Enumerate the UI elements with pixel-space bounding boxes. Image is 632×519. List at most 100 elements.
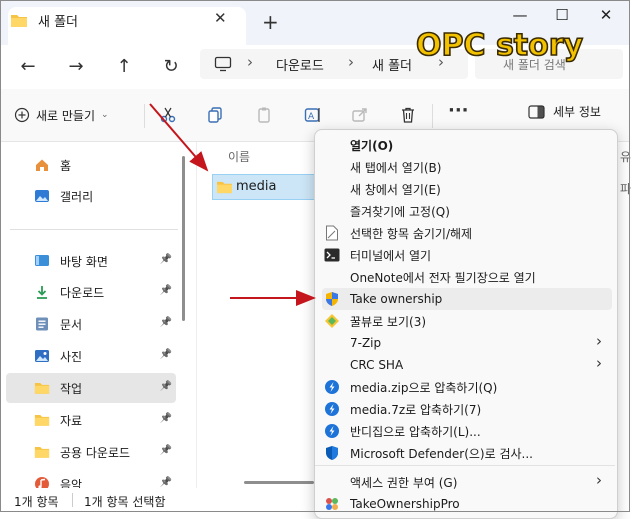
terminal-icon [324, 247, 340, 263]
new-button[interactable]: 새로 만들기 ⌄ [14, 101, 109, 129]
context-menu-item-label: 반디집으로 압축하기(L)... [350, 424, 481, 439]
sidebar-item[interactable]: 문서 📌 [6, 309, 176, 339]
new-tab-icon[interactable]: + [262, 10, 279, 34]
sidebar-item-label: 문서 [60, 317, 83, 332]
pin-icon[interactable]: 📌 [160, 349, 172, 360]
more-options-button[interactable]: ··· [448, 100, 469, 121]
file-name[interactable]: media [236, 179, 277, 194]
chevron-right-icon: › [596, 471, 602, 489]
minimize-button[interactable]: — [500, 6, 540, 24]
paste-icon[interactable] [252, 104, 276, 126]
sidebar-item[interactable]: 사진 📌 [6, 341, 176, 371]
menu-icon-slot [324, 181, 340, 197]
context-menu-item[interactable]: TakeOwnershipPro [322, 493, 612, 515]
pin-icon[interactable]: 📌 [160, 381, 172, 392]
computer-icon [214, 56, 232, 72]
context-menu-item[interactable]: 7-Zip › [322, 332, 612, 354]
shield-icon [324, 291, 340, 307]
chevron-right-icon: › [596, 332, 602, 350]
folder-icon [34, 444, 50, 460]
context-menu-item-label: media.zip으로 압축하기(Q) [350, 380, 498, 395]
pin-icon[interactable]: 📌 [160, 413, 172, 424]
context-menu-item-label: OneNote에서 전자 필기장으로 열기 [350, 270, 536, 285]
context-menu-item[interactable]: 액세스 권한 부여 (G) › [322, 471, 612, 493]
context-menu-item[interactable]: 선택한 항목 숨기기/해제 [322, 222, 612, 244]
context-menu-item-label: 새 탭에서 열기(B) [350, 160, 442, 175]
sidebar-item[interactable]: 갤러리 [6, 181, 176, 211]
sidebar-item[interactable]: 공용 다운로드 📌 [6, 437, 176, 467]
chevron-right-icon: › [596, 354, 602, 372]
pin-icon[interactable]: 📌 [160, 317, 172, 328]
context-menu-item[interactable]: media.zip으로 압축하기(Q) [322, 376, 612, 398]
sidebar-item-label: 갤러리 [60, 189, 94, 204]
item-count: 1개 항목 [14, 495, 59, 509]
context-menu-item[interactable]: 즐겨찾기에 고정(Q) [322, 200, 612, 222]
sidebar-item[interactable]: 자료 📌 [6, 405, 176, 435]
pin-icon[interactable]: 📌 [160, 477, 172, 488]
context-menu-item[interactable]: 새 창에서 열기(E) [322, 178, 612, 200]
selection-count: 1개 항목 선택함 [84, 495, 166, 509]
context-menu-item[interactable]: CRC SHA › [322, 354, 612, 376]
refresh-button[interactable]: ↻ [155, 52, 187, 80]
sidebar-item[interactable]: 작업 📌 [6, 373, 176, 403]
new-button-label: 새로 만들기 [36, 108, 96, 123]
share-icon[interactable] [348, 104, 372, 126]
context-menu-item[interactable]: OneNote에서 전자 필기장으로 열기 [322, 266, 612, 288]
folder-icon [11, 15, 27, 27]
menu-icon-slot [324, 137, 340, 153]
pin-icon[interactable]: 📌 [160, 285, 172, 296]
menu-icon-slot [324, 159, 340, 175]
close-window-button[interactable]: ✕ [586, 6, 626, 24]
breadcrumb-new-folder[interactable]: 새 폴더 [372, 55, 412, 74]
maximize-button[interactable]: ☐ [542, 6, 582, 24]
pin-icon[interactable]: 📌 [160, 445, 172, 456]
context-menu-item[interactable]: 꿀뷰로 보기(3) [322, 310, 612, 332]
context-menu-item-label: 7-Zip [350, 336, 382, 350]
menu-icon-slot [324, 269, 340, 285]
context-menu-item[interactable]: 열기(O) [322, 134, 612, 156]
toolbar-divider [144, 104, 145, 128]
chevron-down-icon: ⌄ [101, 110, 109, 120]
page-icon [324, 225, 340, 241]
context-menu-item[interactable]: 터미널에서 열기 [322, 244, 612, 266]
rename-icon[interactable]: A [301, 104, 325, 126]
sidebar-item-label: 바탕 화면 [60, 254, 108, 269]
context-menu-item-label: 선택한 항목 숨기기/해제 [350, 226, 473, 241]
breadcrumb-downloads[interactable]: 다운로드 [276, 55, 324, 74]
close-tab-icon[interactable]: ✕ [214, 9, 227, 27]
sidebar-scrollbar[interactable] [182, 156, 185, 321]
horizontal-scrollbar[interactable] [244, 481, 314, 484]
context-menu-item[interactable]: 새 탭에서 열기(B) [322, 156, 612, 178]
cut-icon[interactable] [156, 104, 180, 126]
context-menu-item[interactable]: Microsoft Defender(으)로 검사... [322, 442, 612, 464]
chevron-right-icon: › [247, 53, 253, 71]
sidebar-item[interactable]: 홈 [6, 150, 176, 180]
context-menu-item[interactable]: 반디집으로 압축하기(L)... [322, 420, 612, 442]
column-header-partial[interactable]: 유 [620, 148, 631, 165]
menu-icon-slot [324, 203, 340, 219]
status-divider [72, 493, 73, 507]
copy-icon[interactable] [203, 104, 227, 126]
toolbar-divider [432, 104, 433, 128]
delete-icon[interactable] [396, 104, 420, 126]
context-menu-item-label: Take ownership [350, 292, 443, 306]
sidebar-item[interactable]: 바탕 화면 📌 [6, 246, 176, 276]
folder-icon [34, 412, 50, 428]
context-menu-item[interactable]: media.7z로 압축하기(7) [322, 398, 612, 420]
bandizip-icon [324, 401, 340, 417]
svg-text:A: A [308, 112, 315, 122]
context-menu-item[interactable]: Take ownership [322, 288, 612, 310]
details-button[interactable]: 세부 정보 [528, 103, 601, 120]
up-button[interactable]: ↑ [108, 52, 140, 80]
sidebar-item[interactable]: 다운로드 📌 [6, 277, 176, 307]
context-menu-item-label: 꿀뷰로 보기(3) [350, 314, 427, 329]
forward-button[interactable]: → [60, 52, 92, 80]
menu-icon-slot [324, 357, 340, 373]
sidebar-item-label: 다운로드 [60, 285, 105, 300]
context-menu-item-label: 액세스 권한 부여 (G) [350, 475, 458, 490]
chevron-right-icon: › [348, 53, 354, 71]
back-button[interactable]: ← [12, 52, 44, 80]
column-header-name[interactable]: 이름 [228, 148, 250, 165]
context-menu-item-label: CRC SHA [350, 358, 404, 372]
pin-icon[interactable]: 📌 [160, 254, 172, 265]
